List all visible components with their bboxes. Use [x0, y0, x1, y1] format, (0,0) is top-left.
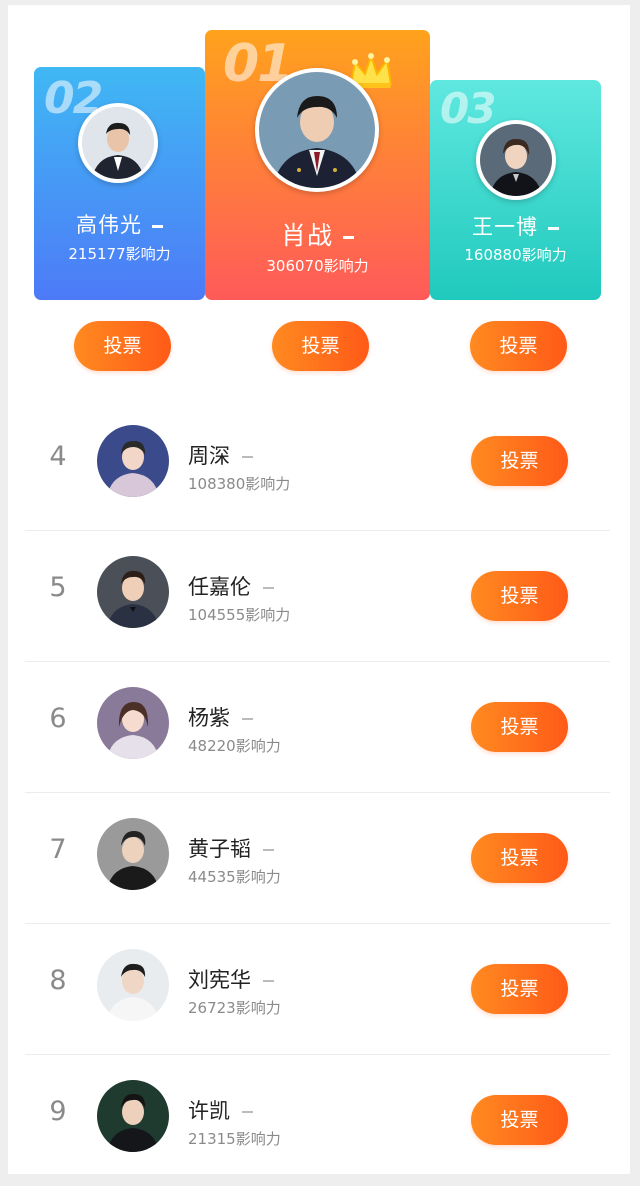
- vote-button[interactable]: 投票: [471, 1095, 568, 1145]
- list-name: 杨紫: [188, 702, 253, 732]
- list-item[interactable]: 8 刘宪华 26723影响力 投票: [25, 924, 610, 1055]
- vote-button[interactable]: 投票: [471, 436, 568, 486]
- rank-number: 8: [49, 965, 67, 996]
- podium-score: 160880影响力: [464, 246, 567, 264]
- list-score: 26723影响力: [188, 999, 281, 1017]
- podium-card-second[interactable]: 02 高伟光 215177影响力: [34, 67, 205, 300]
- ranking-page: 02 高伟光 215177影响力 01 肖战 306070影响力 03 王一博 …: [8, 5, 630, 1174]
- vote-button[interactable]: 投票: [471, 964, 568, 1014]
- vote-button[interactable]: 投票: [471, 571, 568, 621]
- avatar: [97, 425, 169, 497]
- rank-number: 4: [49, 441, 67, 472]
- avatar: [78, 103, 158, 183]
- rank-number: 7: [49, 834, 67, 865]
- podium-score: 306070影响力: [266, 257, 369, 275]
- list-item[interactable]: 9 许凯 21315影响力 投票: [25, 1055, 610, 1186]
- avatar: [97, 687, 169, 759]
- podium-name: 肖战: [205, 216, 430, 252]
- avatar: [97, 556, 169, 628]
- vote-button[interactable]: 投票: [74, 321, 171, 371]
- vote-button[interactable]: 投票: [471, 702, 568, 752]
- rank-number: 03: [440, 84, 496, 133]
- list-score: 104555影响力: [188, 606, 291, 624]
- list-item[interactable]: 6 杨紫 48220影响力 投票: [25, 662, 610, 793]
- list-score: 21315影响力: [188, 1130, 281, 1148]
- avatar: [97, 818, 169, 890]
- list-name: 许凯: [188, 1095, 253, 1125]
- vote-button[interactable]: 投票: [470, 321, 567, 371]
- list-item[interactable]: 7 黄子韬 44535影响力 投票: [25, 793, 610, 924]
- list-name: 周深: [188, 440, 253, 470]
- rank-number: 5: [49, 572, 67, 603]
- vote-button[interactable]: 投票: [272, 321, 369, 371]
- list-score: 108380影响力: [188, 475, 291, 493]
- podium-name: 王一博: [430, 211, 601, 241]
- list-score: 48220影响力: [188, 737, 281, 755]
- avatar: [255, 68, 379, 192]
- list-name: 刘宪华: [188, 964, 274, 994]
- vote-button[interactable]: 投票: [471, 833, 568, 883]
- avatar: [476, 120, 556, 200]
- list-name: 任嘉伦: [188, 571, 274, 601]
- list-item[interactable]: 5 任嘉伦 104555影响力 投票: [25, 531, 610, 662]
- podium-score: 215177影响力: [68, 245, 171, 263]
- avatar: [97, 949, 169, 1021]
- rank-number: 6: [49, 703, 67, 734]
- rank-number: 9: [49, 1096, 67, 1127]
- list-name: 黄子韬: [188, 833, 274, 863]
- podium-card-third[interactable]: 03 王一博 160880影响力: [430, 80, 601, 300]
- avatar: [97, 1080, 169, 1152]
- list-score: 44535影响力: [188, 868, 281, 886]
- list-item[interactable]: 4 周深 108380影响力 投票: [25, 400, 610, 531]
- podium-card-first[interactable]: 01 肖战 306070影响力: [205, 30, 430, 300]
- podium-name: 高伟光: [34, 209, 205, 239]
